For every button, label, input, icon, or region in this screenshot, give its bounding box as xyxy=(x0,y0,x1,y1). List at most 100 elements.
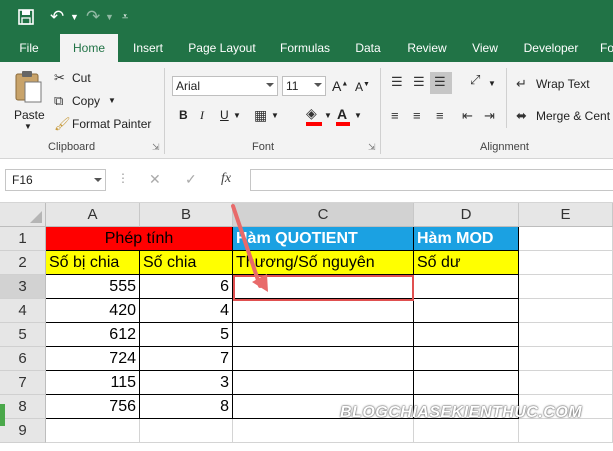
align-middle-icon[interactable]: ☰ xyxy=(413,74,425,90)
cell-d2[interactable]: Số dư xyxy=(414,251,519,275)
cell-b2[interactable]: Số chia xyxy=(140,251,233,275)
cell-e7[interactable] xyxy=(519,371,613,395)
row-header-2[interactable]: 2 xyxy=(0,251,46,275)
tab-formulas[interactable]: Formulas xyxy=(272,34,338,62)
cell-a3[interactable]: 555 xyxy=(46,275,140,299)
tab-page-layout[interactable]: Page Layout xyxy=(180,34,264,62)
tab-insert[interactable]: Insert xyxy=(124,34,172,62)
cell-a5[interactable]: 612 xyxy=(46,323,140,347)
cell-b8[interactable]: 8 xyxy=(140,395,233,419)
cell-c4[interactable] xyxy=(233,299,414,323)
row-header-1[interactable]: 1 xyxy=(0,227,46,251)
cell-d4[interactable] xyxy=(414,299,519,323)
font-name-select[interactable]: Arial xyxy=(172,76,278,96)
cell-c2[interactable]: Thương/Số nguyên xyxy=(233,251,414,275)
cell-a6[interactable]: 724 xyxy=(46,347,140,371)
cell-b7[interactable]: 3 xyxy=(140,371,233,395)
cell-c9[interactable] xyxy=(233,419,414,443)
cell-c6[interactable] xyxy=(233,347,414,371)
cell-b6[interactable]: 7 xyxy=(140,347,233,371)
tab-developer[interactable]: Developer xyxy=(514,34,588,62)
tab-review[interactable]: Review xyxy=(398,34,456,62)
cell-c7[interactable] xyxy=(233,371,414,395)
cell-c5[interactable] xyxy=(233,323,414,347)
insert-function-icon[interactable]: fx xyxy=(221,171,231,187)
row-header-8[interactable]: 8 xyxy=(0,395,46,419)
column-header-e[interactable]: E xyxy=(519,203,613,227)
column-header-b[interactable]: B xyxy=(140,203,233,227)
border-icon[interactable]: ▦ xyxy=(254,107,267,124)
qat-customize-icon[interactable]: ⩡ xyxy=(122,0,128,34)
increase-indent-icon[interactable]: ⇥ xyxy=(484,108,495,124)
chevron-down-icon[interactable]: ▼ xyxy=(70,0,79,34)
tab-data[interactable]: Data xyxy=(346,34,390,62)
chevron-down-icon[interactable]: ▼ xyxy=(488,79,496,88)
column-header-c[interactable]: C xyxy=(233,203,414,227)
cut-button[interactable]: ✂ Cut xyxy=(52,70,122,88)
decrease-indent-icon[interactable]: ⇤ xyxy=(462,108,473,124)
format-painter-button[interactable]: 🖌 Format Painter xyxy=(52,116,157,134)
cell-b3[interactable]: 6 xyxy=(140,275,233,299)
cell-d9[interactable] xyxy=(414,419,519,443)
orientation-icon[interactable]: ⤢ xyxy=(470,72,480,88)
save-icon[interactable] xyxy=(18,0,34,37)
wrap-text-button[interactable]: ↵ Wrap Text xyxy=(514,76,613,94)
chevron-down-icon[interactable]: ▼ xyxy=(354,111,362,120)
cell-a7[interactable]: 115 xyxy=(46,371,140,395)
row-header-7[interactable]: 7 xyxy=(0,371,46,395)
cell-a4[interactable]: 420 xyxy=(46,299,140,323)
tab-format[interactable]: Fo xyxy=(592,34,613,62)
row-header-5[interactable]: 5 xyxy=(0,323,46,347)
column-header-a[interactable]: A xyxy=(46,203,140,227)
align-top-icon[interactable]: ☰ xyxy=(391,74,403,90)
enter-icon[interactable]: ✓ xyxy=(185,171,197,188)
cell-d1[interactable]: Hàm MOD xyxy=(414,227,519,251)
align-left-icon[interactable]: ≡ xyxy=(391,108,399,123)
tab-view[interactable]: View xyxy=(464,34,506,62)
row-header-3[interactable]: 3 xyxy=(0,275,46,299)
cell-e1[interactable] xyxy=(519,227,613,251)
row-header-4[interactable]: 4 xyxy=(0,299,46,323)
cell-b4[interactable]: 4 xyxy=(140,299,233,323)
dialog-launcher-icon[interactable]: ⇲ xyxy=(368,142,376,153)
cell-a1-merged[interactable]: Phép tính xyxy=(46,227,233,251)
font-color-icon[interactable]: A xyxy=(337,106,347,122)
merge-center-button[interactable]: ⬌ Merge & Cent xyxy=(514,108,613,126)
chevron-down-icon[interactable]: ▼ xyxy=(233,111,241,120)
row-header-9[interactable]: 9 xyxy=(0,419,46,443)
bold-button[interactable]: B xyxy=(179,108,188,122)
cell-a2[interactable]: Số bị chia xyxy=(46,251,140,275)
cell-e9[interactable] xyxy=(519,419,613,443)
select-all-button[interactable] xyxy=(0,203,46,227)
cell-b5[interactable]: 5 xyxy=(140,323,233,347)
cell-e4[interactable] xyxy=(519,299,613,323)
tab-home[interactable]: Home xyxy=(60,34,118,62)
cell-e3[interactable] xyxy=(519,275,613,299)
align-center-icon[interactable]: ≡ xyxy=(413,108,421,123)
formula-input[interactable] xyxy=(250,169,613,191)
grow-font-icon[interactable]: A▲ xyxy=(332,78,348,94)
tab-file[interactable]: File xyxy=(8,34,50,62)
cell-d5[interactable] xyxy=(414,323,519,347)
chevron-down-icon[interactable]: ▼ xyxy=(324,111,332,120)
cell-b9[interactable] xyxy=(140,419,233,443)
dialog-launcher-icon[interactable]: ⇲ xyxy=(152,142,160,153)
undo-icon[interactable]: ↶ xyxy=(50,0,64,34)
paste-button[interactable]: Paste ▼ xyxy=(8,68,48,131)
redo-icon[interactable]: ↷ xyxy=(86,0,100,34)
cell-c1[interactable]: Hàm QUOTIENT xyxy=(233,227,414,251)
font-size-select[interactable]: 11 xyxy=(282,76,326,96)
copy-button[interactable]: ⧉ Copy ▼ xyxy=(52,93,122,111)
name-box[interactable]: F16 xyxy=(5,169,106,191)
cell-e6[interactable] xyxy=(519,347,613,371)
shrink-font-icon[interactable]: A▼ xyxy=(355,80,370,94)
cell-d7[interactable] xyxy=(414,371,519,395)
underline-button[interactable]: U xyxy=(220,108,229,122)
cell-a9[interactable] xyxy=(46,419,140,443)
fill-color-icon[interactable]: ◈ xyxy=(306,105,317,122)
align-bottom-button[interactable]: ☰ xyxy=(430,72,452,94)
cell-d6[interactable] xyxy=(414,347,519,371)
chevron-down-icon[interactable]: ▼ xyxy=(271,111,279,120)
italic-button[interactable]: I xyxy=(200,108,204,123)
align-right-icon[interactable]: ≡ xyxy=(436,108,444,123)
